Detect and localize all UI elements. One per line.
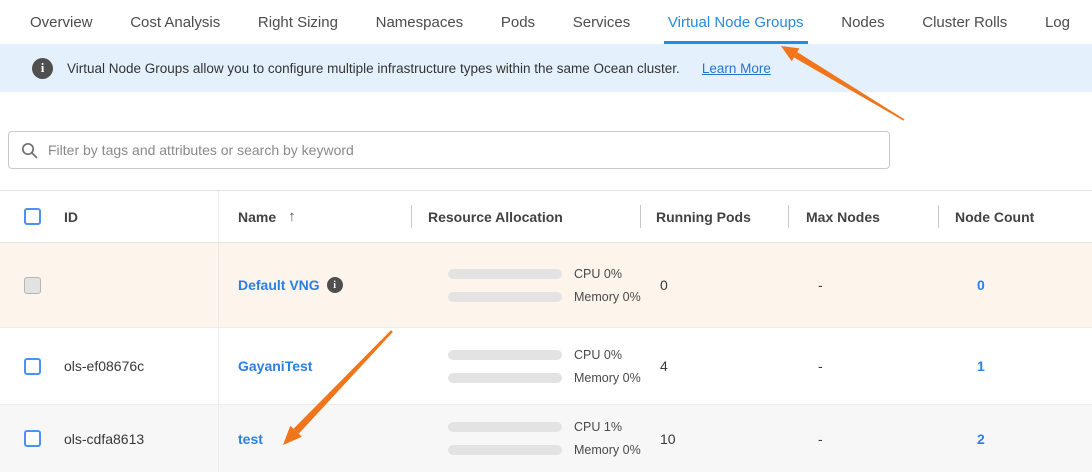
vng-name-link[interactable]: test	[238, 431, 263, 447]
tab-nodes[interactable]: Nodes	[841, 0, 884, 44]
default-vng-info-icon[interactable]: i	[327, 277, 343, 293]
table-row-gayanitest: ols-ef08676c GayaniTest CPU 0% Memory 0%	[0, 328, 1092, 405]
ocean-cluster-page: Overview Cost Analysis Right Sizing Name…	[0, 0, 1092, 472]
table-header-row: ID Name ↑ Resource Allocation Running Po…	[0, 190, 1092, 243]
info-icon: i	[32, 58, 53, 79]
cpu-usage-label: CPU 0%	[574, 348, 622, 362]
cpu-usage-label: CPU 1%	[574, 420, 622, 434]
cpu-usage-bar	[448, 269, 562, 279]
search-icon	[21, 142, 38, 159]
cpu-usage-bar	[448, 350, 562, 360]
row-checkbox[interactable]	[24, 430, 41, 447]
cluster-tab-bar: Overview Cost Analysis Right Sizing Name…	[0, 0, 1092, 44]
tab-log[interactable]: Log	[1045, 0, 1070, 44]
row-id	[56, 243, 218, 327]
header-node-count: Node Count	[938, 191, 1092, 242]
header-id: ID	[56, 191, 218, 242]
tab-namespaces[interactable]: Namespaces	[376, 0, 464, 44]
search-input[interactable]	[48, 142, 877, 158]
row-checkbox-disabled	[24, 277, 41, 294]
row-id: ols-ef08676c	[56, 328, 218, 404]
tab-pods[interactable]: Pods	[501, 0, 535, 44]
resource-allocation-cell: CPU 0% Memory 0%	[411, 243, 640, 327]
memory-usage-bar	[448, 445, 562, 455]
max-nodes-value: -	[788, 328, 938, 404]
header-running-pods: Running Pods	[640, 191, 788, 242]
tab-overview[interactable]: Overview	[30, 0, 93, 44]
max-nodes-value: -	[788, 243, 938, 327]
cpu-usage-label: CPU 0%	[574, 267, 622, 281]
filter-search-box[interactable]	[8, 131, 890, 169]
tab-cost-analysis[interactable]: Cost Analysis	[130, 0, 220, 44]
row-checkbox[interactable]	[24, 358, 41, 375]
resource-allocation-cell: CPU 1% Memory 0%	[411, 405, 640, 472]
sort-ascending-icon[interactable]: ↑	[288, 208, 296, 225]
learn-more-link[interactable]: Learn More	[702, 61, 771, 76]
running-pods-value: 4	[640, 328, 788, 404]
header-name[interactable]: Name ↑	[218, 191, 411, 242]
cpu-usage-bar	[448, 422, 562, 432]
table-row-default-vng: Default VNG i CPU 0% Memory 0%	[0, 243, 1092, 328]
node-count-link[interactable]: 1	[977, 358, 985, 374]
vng-table: ID Name ↑ Resource Allocation Running Po…	[0, 190, 1092, 472]
resource-allocation-cell: CPU 0% Memory 0%	[411, 328, 640, 404]
header-max-nodes: Max Nodes	[788, 191, 938, 242]
select-all-checkbox[interactable]	[24, 208, 41, 225]
tab-right-sizing[interactable]: Right Sizing	[258, 0, 338, 44]
max-nodes-value: -	[788, 405, 938, 472]
node-count-link[interactable]: 2	[977, 431, 985, 447]
running-pods-value: 0	[640, 243, 788, 327]
row-id: ols-cdfa8613	[56, 405, 218, 472]
tab-cluster-rolls[interactable]: Cluster Rolls	[922, 0, 1007, 44]
running-pods-value: 10	[640, 405, 788, 472]
memory-usage-label: Memory 0%	[574, 290, 641, 304]
vng-name-link[interactable]: GayaniTest	[238, 358, 312, 374]
memory-usage-label: Memory 0%	[574, 443, 641, 457]
table-row-test: ols-cdfa8613 test CPU 1% Memory 0%	[0, 405, 1092, 472]
header-name-label: Name	[238, 209, 276, 225]
vng-name-link[interactable]: Default VNG	[238, 277, 320, 293]
memory-usage-bar	[448, 292, 562, 302]
tab-virtual-node-groups[interactable]: Virtual Node Groups	[668, 0, 804, 44]
memory-usage-bar	[448, 373, 562, 383]
header-resource-allocation: Resource Allocation	[411, 191, 640, 242]
memory-usage-label: Memory 0%	[574, 371, 641, 385]
node-count-link[interactable]: 0	[977, 277, 985, 293]
tab-services[interactable]: Services	[573, 0, 631, 44]
info-banner-text: Virtual Node Groups allow you to configu…	[67, 61, 680, 76]
info-banner: i Virtual Node Groups allow you to confi…	[0, 44, 1092, 92]
table-body: Default VNG i CPU 0% Memory 0%	[0, 243, 1092, 472]
